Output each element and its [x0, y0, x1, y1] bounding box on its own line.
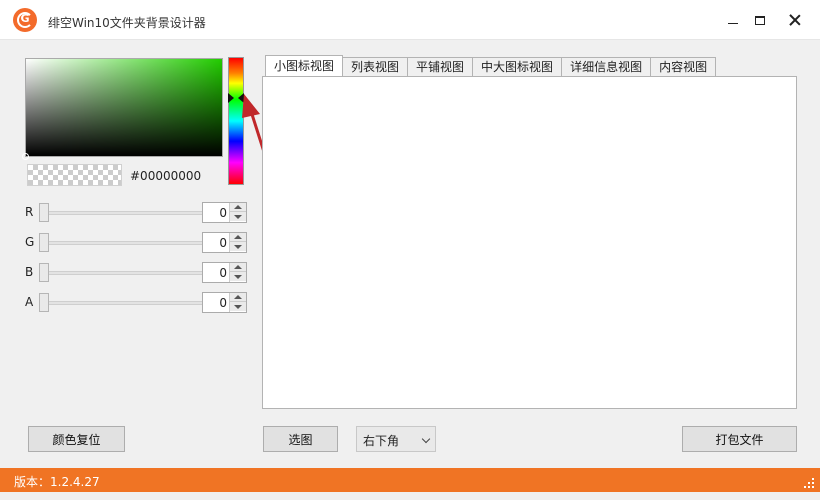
- slider-track-a[interactable]: [39, 301, 219, 305]
- maximize-button[interactable]: [745, 8, 775, 32]
- logo-letter: G: [20, 12, 30, 25]
- stepper-spin: [229, 263, 246, 282]
- slider-track-g[interactable]: [39, 241, 219, 245]
- maximize-icon: [755, 15, 765, 25]
- tab-details-view[interactable]: 详细信息视图: [561, 57, 652, 76]
- slider-thumb-g[interactable]: [39, 233, 49, 252]
- minimize-icon: [728, 22, 738, 24]
- stepper-value[interactable]: 0: [219, 206, 227, 220]
- slider-track-b[interactable]: [39, 271, 219, 275]
- resize-grip-icon[interactable]: [804, 478, 814, 488]
- title-bar: G 绯空Win10文件夹背景设计器: [0, 0, 820, 40]
- tab-small-icon-view[interactable]: 小图标视图: [265, 55, 344, 76]
- pack-file-button[interactable]: 打包文件: [682, 426, 797, 452]
- channel-label: R: [25, 205, 34, 219]
- tab-list-view[interactable]: 列表视图: [342, 57, 409, 76]
- chevron-down-icon: [421, 434, 431, 444]
- stepper-down-icon[interactable]: [230, 272, 246, 281]
- version-label: 版本：1.2.4.27: [14, 475, 100, 489]
- slider-thumb-b[interactable]: [39, 263, 49, 282]
- app-logo-icon: G: [13, 8, 37, 32]
- minimize-button[interactable]: [718, 8, 748, 32]
- tab-preview-panel: [262, 76, 797, 409]
- reset-color-button[interactable]: 颜色复位: [28, 426, 125, 452]
- channel-label: B: [25, 265, 34, 279]
- channel-label: G: [25, 235, 35, 249]
- stepper-value[interactable]: 0: [219, 296, 227, 310]
- color-preview-swatch: [27, 164, 122, 186]
- slider-row-b: B 0: [25, 262, 250, 284]
- slider-row-r: R 0: [25, 202, 250, 224]
- sv-picker-marker[interactable]: [22, 153, 29, 160]
- slider-track-r[interactable]: [39, 211, 219, 215]
- slider-thumb-r[interactable]: [39, 203, 49, 222]
- close-button[interactable]: [780, 8, 810, 32]
- close-icon: [789, 14, 801, 26]
- value-stepper-a[interactable]: 0: [202, 292, 247, 313]
- slider-row-g: G 0: [25, 232, 250, 254]
- stepper-up-icon[interactable]: [230, 263, 246, 272]
- stepper-value[interactable]: 0: [219, 236, 227, 250]
- slider-thumb-a[interactable]: [39, 293, 49, 312]
- stepper-spin: [229, 293, 246, 312]
- stepper-up-icon[interactable]: [230, 293, 246, 302]
- saturation-value-picker[interactable]: [22, 58, 223, 160]
- position-select[interactable]: 右下角: [356, 426, 436, 452]
- position-select-value: 右下角: [363, 434, 400, 448]
- stepper-value[interactable]: 0: [219, 266, 227, 280]
- hue-marker-left-icon[interactable]: [228, 93, 234, 103]
- slider-row-a: A 0: [25, 292, 250, 314]
- stepper-down-icon[interactable]: [230, 302, 246, 311]
- view-tabs: 小图标视图 列表视图 平铺视图 中大图标视图 详细信息视图 内容视图: [265, 55, 717, 77]
- status-bar: 版本：1.2.4.27: [0, 468, 820, 492]
- channel-label: A: [25, 295, 34, 309]
- hex-value-label: #00000000: [130, 169, 202, 183]
- tab-medium-large-icon-view[interactable]: 中大图标视图: [472, 57, 563, 76]
- tab-tile-view[interactable]: 平铺视图: [407, 57, 474, 76]
- tab-content-view[interactable]: 内容视图: [650, 57, 717, 76]
- window-title: 绯空Win10文件夹背景设计器: [48, 16, 206, 30]
- value-stepper-b[interactable]: 0: [202, 262, 247, 283]
- select-image-button[interactable]: 选图: [263, 426, 338, 452]
